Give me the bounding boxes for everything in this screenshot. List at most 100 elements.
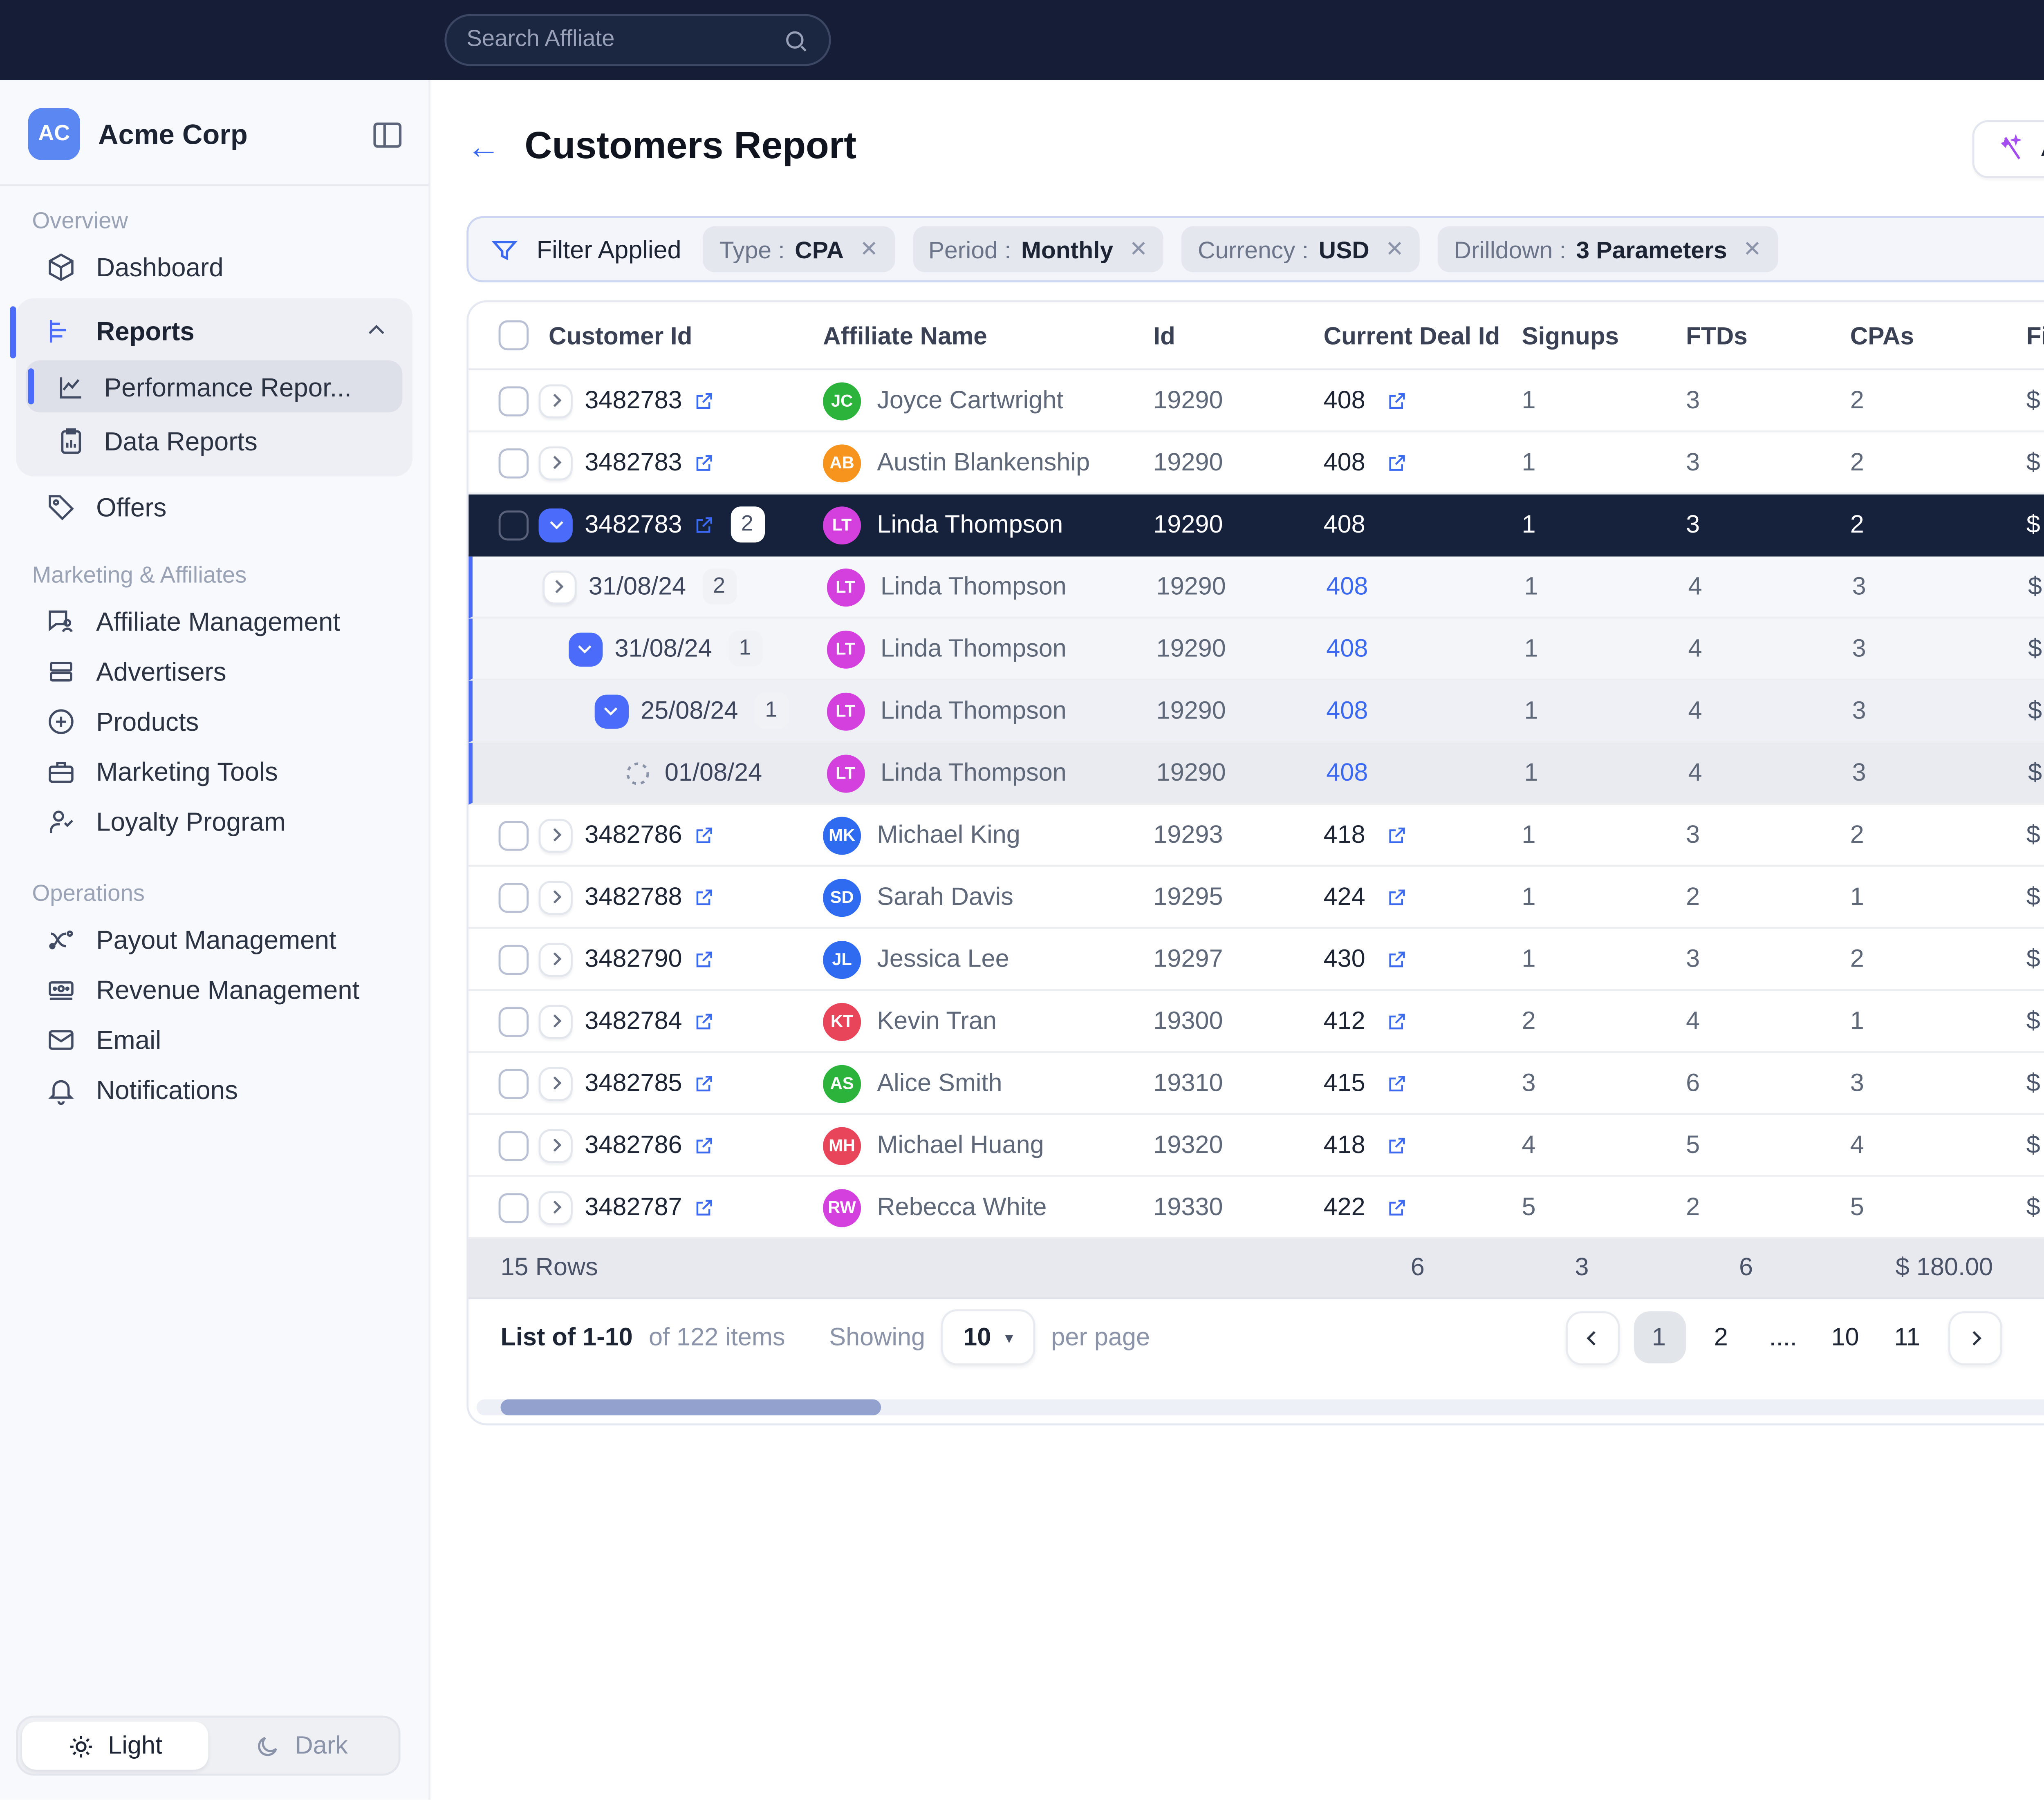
row-checkbox[interactable]	[499, 448, 529, 477]
external-link-icon[interactable]	[692, 1196, 714, 1218]
sidebar-item-email[interactable]: Email	[0, 1015, 428, 1065]
sidebar-item-advertisers[interactable]: Advertisers	[0, 647, 428, 696]
table-subrow[interactable]: 25/08/241LTLinda Thompson19290408143$ 11…	[468, 681, 2044, 743]
sidebar-item-performance-repor[interactable]: Performance Repor...	[26, 360, 403, 412]
column-header[interactable]: Current Deal Id	[1304, 321, 1494, 349]
sidebar-item-notifications[interactable]: Notifications	[0, 1065, 428, 1115]
filter-chip-drilldown[interactable]: Drilldown :3 Parameters✕	[1438, 226, 1777, 272]
sidebar-item-data-reports[interactable]: Data Reports	[26, 414, 403, 466]
column-header[interactable]: CPAs	[1828, 321, 2004, 349]
current-deal-id[interactable]: 408	[1326, 635, 1368, 663]
column-header[interactable]: FTDs	[1664, 321, 1828, 349]
org-switcher[interactable]: AC Acme Corp	[0, 80, 428, 184]
scrollbar-thumb[interactable]	[501, 1399, 881, 1415]
expand-row-button[interactable]	[539, 1004, 573, 1038]
sidebar-item-marketing-tools[interactable]: Marketing Tools	[0, 747, 428, 797]
table-row[interactable]: 3482786MKMichael King19293418132$ 120.00…	[468, 805, 2044, 867]
external-link-icon[interactable]	[692, 886, 714, 908]
theme-dark-button[interactable]: Dark	[208, 1722, 394, 1770]
expand-row-button[interactable]	[539, 446, 573, 479]
close-icon[interactable]: ✕	[1129, 236, 1148, 262]
column-header[interactable]: Affiliate Name	[803, 321, 1133, 349]
sidebar-item-products[interactable]: Products	[0, 697, 428, 747]
close-icon[interactable]: ✕	[1743, 236, 1762, 262]
external-link-icon[interactable]	[1385, 1010, 1407, 1032]
table-row[interactable]: 34827832LTLinda Thompson19290408132$ 102…	[468, 495, 2044, 557]
external-link-icon[interactable]	[692, 1010, 714, 1032]
sidebar-collapse-icon[interactable]	[370, 117, 404, 151]
column-header[interactable]: Signups	[1494, 321, 1664, 349]
close-icon[interactable]: ✕	[1385, 236, 1404, 262]
external-link-icon[interactable]	[1385, 451, 1407, 473]
row-checkbox[interactable]	[499, 1130, 529, 1160]
theme-light-button[interactable]: Light	[22, 1722, 208, 1770]
current-deal-id[interactable]: 408	[1326, 759, 1368, 787]
expand-row-button[interactable]	[539, 1190, 573, 1224]
table-row[interactable]: 3482783JCJoyce Cartwright19290408132$ 10…	[468, 370, 2044, 432]
expand-row-button[interactable]	[539, 383, 573, 417]
collapse-row-button[interactable]	[569, 631, 603, 665]
table-row[interactable]: 3482788SDSarah Davis19295424121$ 130.00$…	[468, 867, 2044, 929]
column-header[interactable]: Customer Id	[529, 321, 803, 349]
current-deal-id[interactable]: 408	[1326, 697, 1368, 725]
column-header[interactable]: First Deposits	[2004, 321, 2044, 349]
page-button-1[interactable]: 1	[1633, 1311, 1685, 1363]
per-page-select[interactable]: 10 ▾	[941, 1309, 1035, 1365]
table-subrow[interactable]: 31/08/242LTLinda Thompson19290408143$ 11…	[468, 557, 2044, 619]
sidebar-item-affiliate-management[interactable]: Affiliate Management	[0, 597, 428, 647]
filter-chip-type[interactable]: Type :CPA✕	[703, 226, 894, 272]
external-link-icon[interactable]	[692, 948, 714, 970]
next-page-button[interactable]	[1947, 1310, 2001, 1364]
row-checkbox[interactable]	[499, 385, 529, 415]
external-link-icon[interactable]	[1385, 886, 1407, 908]
external-link-icon[interactable]	[1385, 1134, 1407, 1156]
external-link-icon[interactable]	[1385, 1072, 1407, 1094]
filter-chip-period[interactable]: Period :Monthly✕	[912, 226, 1164, 272]
current-deal-id[interactable]: 408	[1326, 573, 1368, 601]
table-row[interactable]: 3482783ABAustin Blankenship19290408132$ …	[468, 432, 2044, 495]
external-link-icon[interactable]	[692, 451, 714, 473]
select-all-checkbox[interactable]	[499, 320, 529, 350]
row-checkbox[interactable]	[499, 510, 529, 540]
external-link-icon[interactable]	[692, 1072, 714, 1094]
external-link-icon[interactable]	[1385, 824, 1407, 846]
row-checkbox[interactable]	[499, 944, 529, 974]
row-checkbox[interactable]	[499, 882, 529, 912]
page-button-11[interactable]: 11	[1881, 1311, 1933, 1363]
horizontal-scrollbar[interactable]	[477, 1399, 2044, 1415]
prev-page-button[interactable]	[1565, 1310, 1619, 1364]
sidebar-item-revenue-management[interactable]: Revenue Management	[0, 965, 428, 1015]
table-row[interactable]: 3482784KTKevin Tran19300412241$ 120.00$ …	[468, 991, 2044, 1053]
sidebar-item-payout-management[interactable]: Payout Management	[0, 915, 428, 965]
affiliate-search[interactable]	[444, 14, 831, 66]
external-link-icon[interactable]	[1385, 390, 1407, 412]
close-icon[interactable]: ✕	[860, 236, 878, 262]
expand-row-button[interactable]	[539, 1128, 573, 1162]
table-subrow[interactable]: 31/08/241LTLinda Thompson19290408143$ 11…	[468, 618, 2044, 681]
collapse-row-button[interactable]	[539, 508, 573, 542]
row-checkbox[interactable]	[499, 1192, 529, 1222]
filter-chip-currency[interactable]: Currency :USD✕	[1182, 226, 1420, 272]
back-button[interactable]: ←	[466, 128, 500, 168]
table-row[interactable]: 3482790JLJessica Lee19297430132$ 140.00$…	[468, 929, 2044, 991]
table-row[interactable]: 3482786MHMichael Huang19320418454$ 150.0…	[468, 1115, 2044, 1177]
external-link-icon[interactable]	[1385, 1196, 1407, 1218]
expand-row-button[interactable]	[539, 880, 573, 914]
sidebar-item-loyalty-program[interactable]: Loyalty Program	[0, 797, 428, 846]
row-checkbox[interactable]	[499, 1006, 529, 1036]
expand-row-button[interactable]	[539, 818, 573, 852]
row-checkbox[interactable]	[499, 1068, 529, 1098]
table-subrow[interactable]: 01/08/24LTLinda Thompson19290408143$ 110…	[468, 743, 2044, 805]
ask-ai-button[interactable]: Ask AI	[1973, 119, 2044, 177]
external-link-icon[interactable]	[692, 1134, 714, 1156]
external-link-icon[interactable]	[1385, 948, 1407, 970]
row-checkbox[interactable]	[499, 820, 529, 850]
table-row[interactable]: 3482785ASAlice Smith19310415363$ 135.00$…	[468, 1053, 2044, 1115]
theme-toggle[interactable]: Light Dark	[16, 1716, 400, 1776]
page-button-2[interactable]: 2	[1695, 1311, 1747, 1363]
external-link-icon[interactable]	[692, 513, 714, 535]
sidebar-item-dashboard[interactable]: Dashboard	[0, 242, 428, 292]
collapse-row-button[interactable]	[594, 694, 628, 728]
column-header[interactable]: Id	[1133, 321, 1303, 349]
expand-row-button[interactable]	[539, 942, 573, 976]
